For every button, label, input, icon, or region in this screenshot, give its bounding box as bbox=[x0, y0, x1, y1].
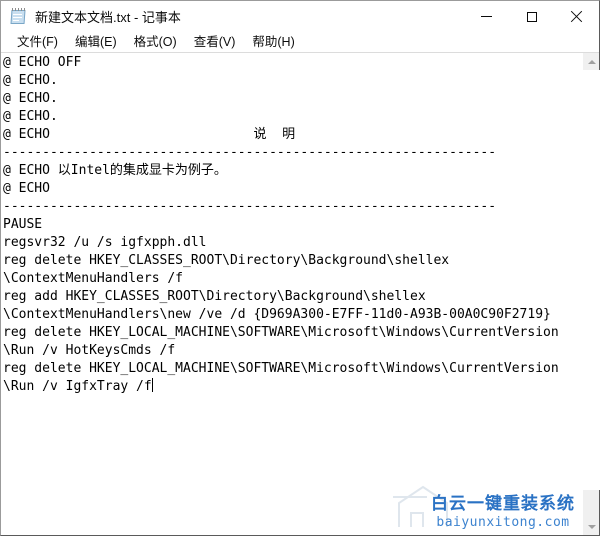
text-line: ----------------------------------------… bbox=[3, 144, 582, 162]
text-line: reg delete HKEY_LOCAL_MACHINE\SOFTWARE\M… bbox=[3, 324, 582, 342]
menu-item-file[interactable]: 文件(F) bbox=[9, 32, 67, 52]
text-line-with-caret: \Run /v IgfxTray /f bbox=[3, 378, 582, 396]
menu-item-view[interactable]: 查看(V) bbox=[186, 32, 245, 52]
text-caret bbox=[152, 378, 153, 392]
text-line: \ContextMenuHandlers\new /ve /d {D969A30… bbox=[3, 306, 582, 324]
vertical-scrollbar[interactable] bbox=[582, 53, 599, 535]
text-editor[interactable]: @ ECHO OFF @ ECHO. @ ECHO. @ ECHO. @ ECH… bbox=[1, 53, 582, 535]
scroll-down-button[interactable] bbox=[583, 518, 600, 535]
text-line: @ ECHO OFF bbox=[3, 54, 582, 72]
window-controls bbox=[464, 1, 599, 32]
text-line: regsvr32 /u /s igfxpph.dll bbox=[3, 234, 582, 252]
menu-item-help[interactable]: 帮助(H) bbox=[244, 32, 303, 52]
notepad-icon bbox=[10, 8, 27, 25]
text-line: @ ECHO. bbox=[3, 90, 582, 108]
notepad-window: 新建文本文档.txt - 记事本 文件(F) 编辑(E) 格式(O) 查看(V)… bbox=[0, 0, 600, 536]
text-line: reg delete HKEY_LOCAL_MACHINE\SOFTWARE\M… bbox=[3, 360, 582, 378]
menu-item-format[interactable]: 格式(O) bbox=[126, 32, 186, 52]
text-line: @ ECHO. bbox=[3, 108, 582, 126]
text-line: @ ECHO. bbox=[3, 72, 582, 90]
close-icon bbox=[570, 10, 583, 23]
menu-bar: 文件(F) 编辑(E) 格式(O) 查看(V) 帮助(H) bbox=[1, 32, 599, 53]
title-bar[interactable]: 新建文本文档.txt - 记事本 bbox=[1, 1, 599, 32]
text-line: \Run /v IgfxTray /f bbox=[3, 379, 152, 394]
maximize-icon bbox=[527, 12, 537, 22]
text-line: ----------------------------------------… bbox=[3, 198, 582, 216]
text-line: \ContextMenuHandlers /f bbox=[3, 270, 582, 288]
chevron-up-icon bbox=[588, 60, 596, 64]
text-line: @ ECHO bbox=[3, 180, 582, 198]
text-line: @ ECHO 说 明 bbox=[3, 126, 582, 144]
watermark-house-logo bbox=[393, 483, 479, 529]
text-line: reg delete HKEY_CLASSES_ROOT\Directory\B… bbox=[3, 252, 582, 270]
text-line: \Run /v HotKeysCmds /f bbox=[3, 342, 582, 360]
maximize-button[interactable] bbox=[509, 1, 554, 32]
menu-item-edit[interactable]: 编辑(E) bbox=[67, 32, 126, 52]
editor-area: @ ECHO OFF @ ECHO. @ ECHO. @ ECHO. @ ECH… bbox=[1, 53, 599, 535]
text-line: @ ECHO 以Intel的集成显卡为例子。 bbox=[3, 162, 582, 180]
scrollbar-thumb[interactable] bbox=[583, 70, 600, 490]
window-title: 新建文本文档.txt - 记事本 bbox=[35, 7, 181, 26]
close-button[interactable] bbox=[554, 1, 599, 32]
text-line: PAUSE bbox=[3, 216, 582, 234]
text-line: reg add HKEY_CLASSES_ROOT\Directory\Back… bbox=[3, 288, 582, 306]
chevron-down-icon bbox=[588, 525, 596, 529]
minimize-button[interactable] bbox=[464, 1, 509, 32]
scroll-up-button[interactable] bbox=[583, 53, 600, 70]
title-bar-left: 新建文本文档.txt - 记事本 bbox=[1, 7, 464, 26]
minimize-icon bbox=[481, 16, 492, 17]
